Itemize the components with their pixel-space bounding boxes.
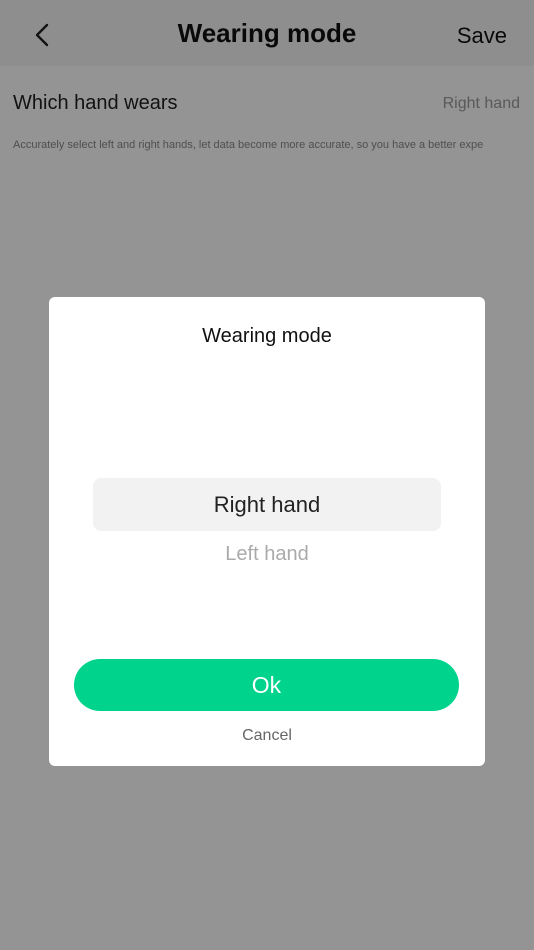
dialog-title: Wearing mode [202,325,332,347]
picker-option-right-hand[interactable]: Right hand [93,478,441,531]
ok-button[interactable]: Ok [74,659,459,711]
picker-option-left-hand[interactable]: Left hand [93,543,441,566]
cancel-button[interactable]: Cancel [49,727,485,745]
wearing-mode-dialog: Wearing mode Right hand Left hand Ok Can… [49,297,485,766]
